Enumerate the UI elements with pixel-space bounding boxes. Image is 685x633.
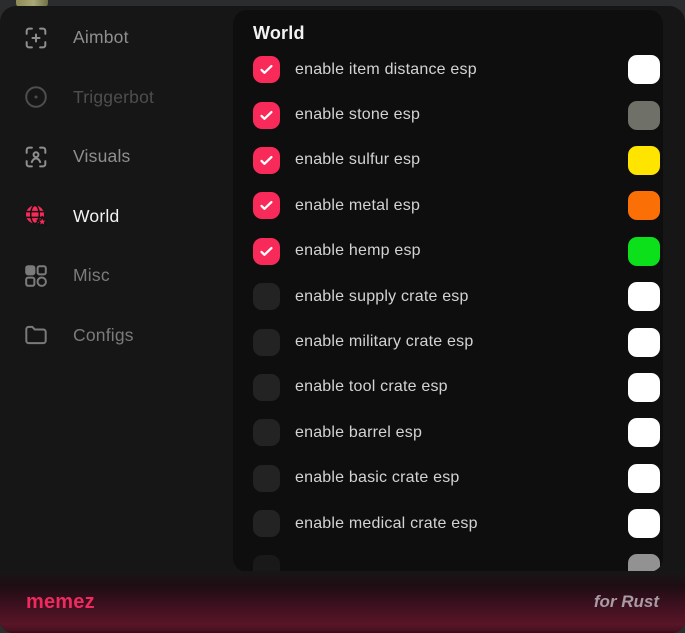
esp-row-label: enable supply crate esp: [295, 288, 469, 306]
color-swatch[interactable]: [628, 373, 660, 402]
esp-checkbox[interactable]: [253, 465, 280, 492]
esp-row-label: enable metal esp: [295, 197, 420, 215]
color-swatch[interactable]: [628, 464, 660, 493]
esp-row: enable basic crate esp: [253, 456, 663, 501]
sidebar-item-visuals[interactable]: Visuals: [0, 127, 233, 187]
esp-row: enable metal esp: [253, 183, 663, 228]
esp-row-label: enable tool crate esp: [295, 378, 448, 396]
world-panel: World enable item distance esp enable st…: [233, 10, 663, 572]
sidebar-item-configs[interactable]: Configs: [0, 306, 233, 366]
esp-row: enable military crate esp: [253, 319, 663, 364]
esp-checkbox[interactable]: [253, 419, 280, 446]
scan-person-icon: [22, 143, 50, 171]
esp-row: enable hemp esp: [253, 229, 663, 274]
crosshair-icon: [22, 24, 50, 52]
esp-checkbox[interactable]: [253, 283, 280, 310]
esp-row: enable item distance esp: [253, 47, 663, 92]
footer-tagline: for Rust: [594, 592, 659, 612]
esp-row: enable sulfur esp: [253, 138, 663, 183]
esp-checkbox[interactable]: [253, 147, 280, 174]
sidebar-item-triggerbot[interactable]: Triggerbot: [0, 68, 233, 128]
esp-checkbox[interactable]: [253, 510, 280, 537]
color-swatch[interactable]: [628, 237, 660, 266]
esp-checkbox[interactable]: [253, 555, 280, 572]
color-swatch[interactable]: [628, 191, 660, 220]
esp-checkbox[interactable]: [253, 56, 280, 83]
esp-row-label: enable barrel esp: [295, 424, 422, 442]
esp-checkbox[interactable]: [253, 374, 280, 401]
panel-title: World: [253, 22, 663, 44]
esp-row: enable tool crate esp: [253, 365, 663, 410]
sidebar-item-aimbot[interactable]: Aimbot: [0, 8, 233, 68]
sidebar-item-misc[interactable]: Misc: [0, 246, 233, 306]
cheat-menu-window: Aimbot Triggerbot Visuals World Misc Con…: [0, 6, 685, 633]
esp-row-label: enable military crate esp: [295, 333, 473, 351]
esp-row-label: enable basic crate esp: [295, 469, 460, 487]
esp-checkbox[interactable]: [253, 102, 280, 129]
color-swatch[interactable]: [628, 509, 660, 538]
folder-icon: [22, 321, 50, 349]
color-swatch[interactable]: [628, 418, 660, 447]
color-swatch[interactable]: [628, 101, 660, 130]
esp-row-label: enable stone esp: [295, 106, 420, 124]
color-swatch[interactable]: [628, 55, 660, 84]
esp-row: enable supply crate esp: [253, 274, 663, 319]
esp-row: enable stone esp: [253, 92, 663, 137]
shapes-icon: [22, 262, 50, 290]
esp-row-label: enable item distance esp: [295, 61, 477, 79]
target-icon: [22, 83, 50, 111]
esp-checkbox[interactable]: [253, 238, 280, 265]
color-swatch[interactable]: [628, 328, 660, 357]
esp-row: enable medical crate esp: [253, 501, 663, 546]
esp-checkbox[interactable]: [253, 329, 280, 356]
color-swatch[interactable]: [628, 554, 660, 572]
color-swatch[interactable]: [628, 146, 660, 175]
brand-name: memez: [26, 591, 95, 614]
esp-row-label: enable sulfur esp: [295, 151, 420, 169]
esp-row-label: enable medical crate esp: [295, 515, 478, 533]
globe-icon: [22, 202, 50, 230]
sidebar-item-world[interactable]: World: [0, 187, 233, 247]
esp-row: enable barrel esp: [253, 410, 663, 455]
footer: memez for Rust: [0, 571, 685, 633]
color-swatch[interactable]: [628, 282, 660, 311]
sidebar: Aimbot Triggerbot Visuals World Misc Con…: [0, 6, 233, 571]
esp-options-list[interactable]: enable item distance esp enable stone es…: [253, 47, 663, 572]
esp-checkbox[interactable]: [253, 192, 280, 219]
esp-row-label: enable hemp esp: [295, 242, 421, 260]
esp-row: [253, 546, 663, 572]
